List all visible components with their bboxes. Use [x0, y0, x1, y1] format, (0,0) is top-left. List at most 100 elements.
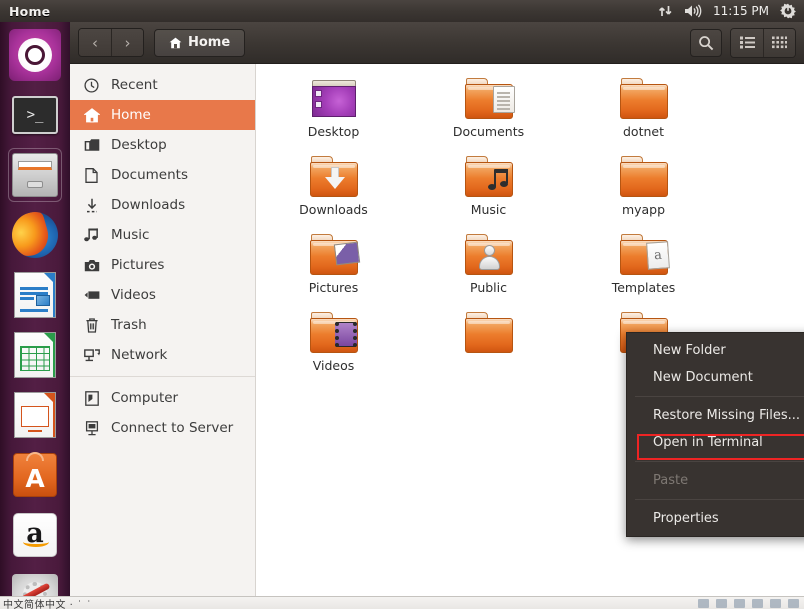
context-menu-item-label: Properties: [653, 511, 719, 526]
context-menu-item-new-document[interactable]: New Document ›: [627, 364, 804, 391]
trash-icon: [83, 317, 100, 334]
context-menu-item-properties[interactable]: Properties: [627, 505, 804, 532]
file-item-templates[interactable]: a Templates: [566, 234, 721, 310]
sidebar-item-documents[interactable]: Documents: [70, 160, 255, 190]
sidebar-item-label: Trash: [111, 317, 147, 333]
context-menu[interactable]: New Folder New Document › Restore Missin…: [626, 332, 804, 537]
network-icon[interactable]: [734, 598, 745, 608]
file-item-videos[interactable]: Videos: [256, 312, 411, 388]
host-taskbar: 中文简体中文 · ˙ ˙: [0, 596, 804, 609]
sidebar-item-label: Downloads: [111, 197, 186, 213]
sidebar-item-connect-to-server[interactable]: Connect to Server: [70, 413, 255, 443]
folder-icon: [619, 78, 668, 120]
network-upload-download-icon[interactable]: [658, 4, 673, 18]
context-menu-item-paste: Paste: [627, 467, 804, 494]
sidebar-item-trash[interactable]: Trash: [70, 310, 255, 340]
sidebar-item-network[interactable]: Network: [70, 340, 255, 370]
context-menu-item-new-folder[interactable]: New Folder: [627, 337, 804, 364]
file-row: Pictures Public a Templates: [256, 234, 804, 312]
taskbar-ime-text: 中文简体中文 · ˙ ˙: [3, 599, 92, 609]
file-item-pictures[interactable]: Pictures: [256, 234, 411, 310]
launcher-item-ubuntu-dash[interactable]: [8, 28, 62, 82]
context-menu-item-label: New Document: [653, 370, 753, 385]
camera-icon: [83, 257, 100, 274]
amazon-icon: a: [13, 513, 57, 557]
note-icon[interactable]: [788, 598, 799, 608]
panel-clock[interactable]: 11:15 PM: [713, 4, 769, 18]
breadcrumb-home-button[interactable]: Home: [154, 28, 246, 57]
sidebar-item-pictures[interactable]: Pictures: [70, 250, 255, 280]
terminal-icon: >_: [12, 96, 58, 134]
file-item-downloads[interactable]: Downloads: [256, 156, 411, 232]
sidebar-item-desktop[interactable]: Desktop: [70, 130, 255, 160]
sidebar-item-music[interactable]: Music: [70, 220, 255, 250]
battery-icon[interactable]: [752, 598, 763, 608]
sidebar-item-label: Recent: [111, 77, 158, 93]
file-item-label: Documents: [452, 124, 525, 139]
sidebar-item-videos[interactable]: Videos: [70, 280, 255, 310]
file-item-label: Videos: [312, 358, 355, 373]
file-item-label: Desktop: [307, 124, 360, 139]
video-icon: [83, 287, 100, 304]
file-item-desktop[interactable]: Desktop: [256, 78, 411, 154]
home-icon: [83, 107, 100, 124]
firefox-icon: [12, 212, 58, 258]
context-menu-item-open-in-terminal[interactable]: Open in Terminal: [627, 429, 804, 456]
libreoffice-writer-icon: [14, 272, 56, 318]
music-icon: [83, 227, 100, 244]
network-icon: [83, 347, 100, 364]
launcher-item-terminal[interactable]: >_: [8, 88, 62, 142]
file-item-dotnet[interactable]: dotnet: [566, 78, 721, 154]
file-manager-toolbar: ‹ › Home: [70, 22, 804, 64]
context-menu-item-restore-missing-files[interactable]: Restore Missing Files...: [627, 402, 804, 429]
launcher-item-libreoffice-calc[interactable]: [8, 328, 62, 382]
sidebar-item-home[interactable]: Home: [70, 100, 255, 130]
launcher-item-ubuntu-software[interactable]: A: [8, 448, 62, 502]
file-row: Desktop Documents dotnet: [256, 78, 804, 156]
grid-view-button[interactable]: [763, 28, 795, 57]
context-menu-separator: [635, 499, 804, 500]
download-icon: [83, 197, 100, 214]
document-icon: [83, 167, 100, 184]
forward-button[interactable]: ›: [111, 29, 143, 56]
places-sidebar: Recent Home Desktop Documents Downloads …: [70, 64, 256, 596]
search-icon: [698, 35, 714, 51]
files-icon: [12, 153, 58, 197]
folder-icon: [464, 312, 513, 354]
refresh-icon[interactable]: [716, 598, 727, 608]
list-view-icon: [739, 36, 755, 49]
user-icon[interactable]: [770, 598, 781, 608]
context-menu-item-label: New Folder: [653, 343, 726, 358]
search-button[interactable]: [690, 28, 722, 57]
window-icon[interactable]: [698, 598, 709, 608]
file-icon-view[interactable]: Desktop Documents dotnet Downloads Music…: [256, 64, 804, 596]
file-item-public[interactable]: Public: [411, 234, 566, 310]
sidebar-item-label: Music: [111, 227, 150, 243]
back-button[interactable]: ‹: [79, 29, 111, 56]
launcher-item-libreoffice-writer[interactable]: [8, 268, 62, 322]
gear-power-icon[interactable]: [780, 3, 796, 19]
file-manager-window: ‹ › Home Recent Home Desktop Documents D…: [70, 22, 804, 596]
volume-icon[interactable]: [684, 4, 702, 18]
folder-icon: [619, 156, 668, 198]
launcher-item-files[interactable]: [8, 148, 62, 202]
sidebar-item-downloads[interactable]: Downloads: [70, 190, 255, 220]
file-item-music[interactable]: Music: [411, 156, 566, 232]
folder-downloads-icon: [309, 156, 358, 198]
clock-icon: [83, 77, 100, 94]
launcher-item-firefox[interactable]: [8, 208, 62, 262]
taskbar-tray: [698, 598, 799, 608]
launcher-item-amazon[interactable]: a: [8, 508, 62, 562]
context-menu-separator: [635, 396, 804, 397]
file-item-label: Public: [470, 280, 507, 295]
sidebar-item-computer[interactable]: Computer: [70, 383, 255, 413]
sidebar-item-label: Computer: [111, 390, 179, 406]
file-item-myapp[interactable]: myapp: [566, 156, 721, 232]
launcher-item-libreoffice-impress[interactable]: [8, 388, 62, 442]
sidebar-item-label: Home: [111, 107, 151, 123]
sidebar-item-recent[interactable]: Recent: [70, 70, 255, 100]
file-item-label: dotnet: [623, 124, 664, 139]
file-item-documents[interactable]: Documents: [411, 78, 566, 154]
list-view-button[interactable]: [731, 28, 763, 57]
file-item-obscured[interactable]: [411, 312, 566, 388]
